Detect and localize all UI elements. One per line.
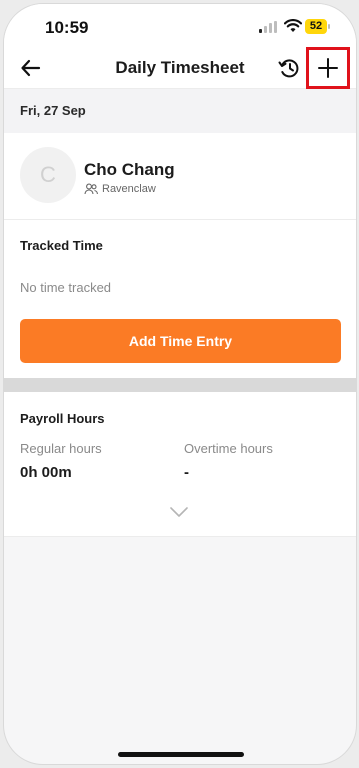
add-time-entry-button[interactable]: Add Time Entry (20, 319, 341, 363)
section-divider (4, 378, 356, 392)
overtime-hours-value: - (184, 464, 189, 481)
payroll-hours-title: Payroll Hours (20, 411, 105, 426)
regular-hours-value: 0h 00m (20, 464, 72, 481)
group-name: Ravenclaw (102, 183, 156, 195)
status-time: 10:59 (45, 18, 89, 37)
history-button[interactable] (276, 55, 302, 81)
chevron-down-icon[interactable] (169, 506, 189, 518)
cellular-signal-icon (259, 21, 277, 33)
home-indicator (118, 752, 244, 757)
battery-indicator: 52 (305, 19, 327, 34)
date-label: Fri, 27 Sep (20, 103, 86, 118)
avatar: C (20, 147, 76, 203)
add-button[interactable] (306, 47, 350, 89)
date-header: Fri, 27 Sep (4, 89, 356, 133)
plus-icon (318, 58, 338, 78)
overtime-hours-label: Overtime hours (184, 441, 273, 456)
empty-state-text: No time tracked (20, 280, 112, 295)
app-header: Daily Timesheet (4, 47, 356, 89)
user-name: Cho Chang (84, 160, 175, 179)
wifi-icon (284, 19, 302, 32)
payroll-hours-section: Payroll Hours Regular hours 0h 00m Overt… (4, 392, 356, 537)
tracked-time-title: Tracked Time (20, 238, 103, 253)
regular-hours-label: Regular hours (20, 441, 102, 456)
status-bar: 10:59 52 (4, 4, 356, 48)
battery-tip (328, 24, 330, 29)
user-card[interactable]: C Cho Chang Ravenclaw (4, 133, 356, 220)
page-title: Daily Timesheet (115, 58, 245, 77)
people-icon (84, 183, 98, 195)
tracked-time-section: Tracked Time No time tracked Add Time En… (4, 220, 356, 378)
phone-screen: 10:59 52 Daily Timesheet Fri, 27 Sep C C… (3, 3, 357, 765)
user-group: Ravenclaw (84, 183, 156, 195)
